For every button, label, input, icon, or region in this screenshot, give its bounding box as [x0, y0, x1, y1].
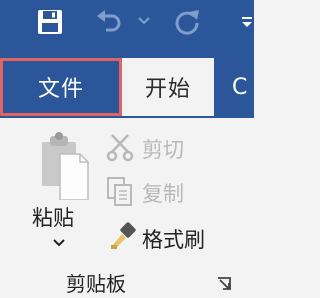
- paste-icon[interactable]: [40, 130, 92, 200]
- format-painter-label[interactable]: 格式刷: [142, 224, 205, 254]
- tab-partial-label: C: [232, 74, 249, 100]
- dialog-launcher-icon[interactable]: [216, 276, 232, 292]
- customize-qat-icon[interactable]: [240, 16, 254, 30]
- paste-dropdown-icon[interactable]: [52, 238, 66, 248]
- copy-label[interactable]: 复制: [142, 178, 184, 208]
- ribbon-home-panel: 粘贴 剪切 复制 格式刷 剪贴板: [0, 118, 254, 298]
- tab-home[interactable]: 开始: [122, 58, 214, 116]
- copy-icon: [107, 177, 132, 206]
- clipboard-group-label: 剪贴板: [66, 272, 126, 296]
- paste-label[interactable]: 粘贴: [32, 202, 74, 232]
- tab-partial[interactable]: C: [232, 58, 262, 116]
- undo-dropdown-icon[interactable]: [138, 16, 150, 26]
- format-painter-icon: [111, 222, 136, 249]
- tab-file-label: 文件: [37, 77, 84, 102]
- title-bar: [0, 0, 254, 46]
- redo-icon[interactable]: [172, 7, 202, 37]
- scissors-icon: [106, 134, 134, 162]
- save-icon[interactable]: [36, 8, 64, 36]
- cut-label[interactable]: 剪切: [142, 134, 184, 164]
- tab-home-label: 开始: [144, 77, 191, 102]
- tab-file[interactable]: 文件: [0, 58, 122, 116]
- undo-icon[interactable]: [94, 10, 124, 36]
